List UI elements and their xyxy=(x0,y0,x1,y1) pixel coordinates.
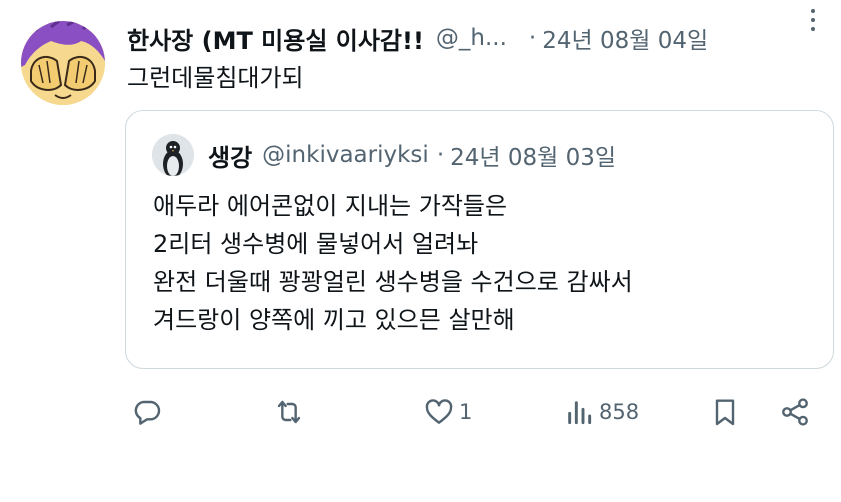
bookmark-button[interactable] xyxy=(709,388,745,436)
quoted-tweet-header: 생강 @inkivaariyksi · 24년 08월 03일 xyxy=(208,135,616,175)
more-options-icon xyxy=(811,27,815,31)
share-icon xyxy=(782,398,808,426)
tweet-date[interactable]: 24년 08월 04일 xyxy=(542,21,708,55)
quoted-author-handle[interactable]: @inkivaariyksi xyxy=(262,142,429,168)
heart-icon xyxy=(425,399,453,424)
more-options-icon xyxy=(811,18,815,22)
quoted-text-line: 겨드랑이 양쪽에 끼고 있으믄 살만해 xyxy=(153,306,515,334)
author-display-name[interactable]: 한사장 (MT 미용실 이사감!! xyxy=(127,21,424,56)
views-count: 858 xyxy=(599,400,640,424)
tweet-text: 그런데물침대가되 xyxy=(127,64,304,92)
like-count: 1 xyxy=(459,400,473,424)
author-avatar[interactable] xyxy=(21,21,105,105)
quoted-tweet-date[interactable]: 24년 08월 03일 xyxy=(450,138,616,172)
avatar-penguin-icon xyxy=(152,134,194,176)
repost-icon xyxy=(277,400,301,424)
more-options-button[interactable] xyxy=(799,4,827,36)
reply-button[interactable] xyxy=(131,388,167,436)
tweet-header: 한사장 (MT 미용실 이사감!! @_h... · 24년 08월 04일 xyxy=(127,18,827,58)
more-options-icon xyxy=(811,9,815,13)
quoted-tweet-text: 애두라 에어콘없이 지내는 가작들은 2리터 생수병에 물넣어서 얼려놔 완전 … xyxy=(153,187,823,339)
share-button[interactable] xyxy=(779,388,815,436)
quoted-header-separator: · xyxy=(436,142,445,168)
tweet[interactable]: 한사장 (MT 미용실 이사감!! @_h... · 24년 08월 04일 그… xyxy=(0,0,841,502)
quoted-text-line: 2리터 생수병에 물넣어서 얼려놔 xyxy=(153,230,479,258)
quoted-text-line: 완전 더울때 꽝꽝얼린 생수병을 수건으로 감싸서 xyxy=(153,268,633,296)
reply-icon xyxy=(134,400,161,425)
avatar-cartoon-face-covering-icon xyxy=(21,21,105,105)
author-handle[interactable]: @_h... xyxy=(436,25,507,51)
quoted-text-line: 애두라 에어콘없이 지내는 가작들은 xyxy=(153,192,508,220)
quoted-author-avatar[interactable] xyxy=(152,134,194,176)
action-bar: 1 858 xyxy=(125,388,825,436)
views-icon xyxy=(568,401,592,425)
quoted-author-display-name[interactable]: 생강 xyxy=(208,138,252,173)
bookmark-icon xyxy=(715,399,735,426)
like-button[interactable]: 1 xyxy=(423,388,472,436)
repost-button[interactable] xyxy=(273,388,309,436)
header-separator: · xyxy=(528,25,537,51)
views-button[interactable]: 858 xyxy=(563,388,639,436)
quoted-tweet-card[interactable]: 생강 @inkivaariyksi · 24년 08월 03일 애두라 에어콘없… xyxy=(125,110,834,369)
